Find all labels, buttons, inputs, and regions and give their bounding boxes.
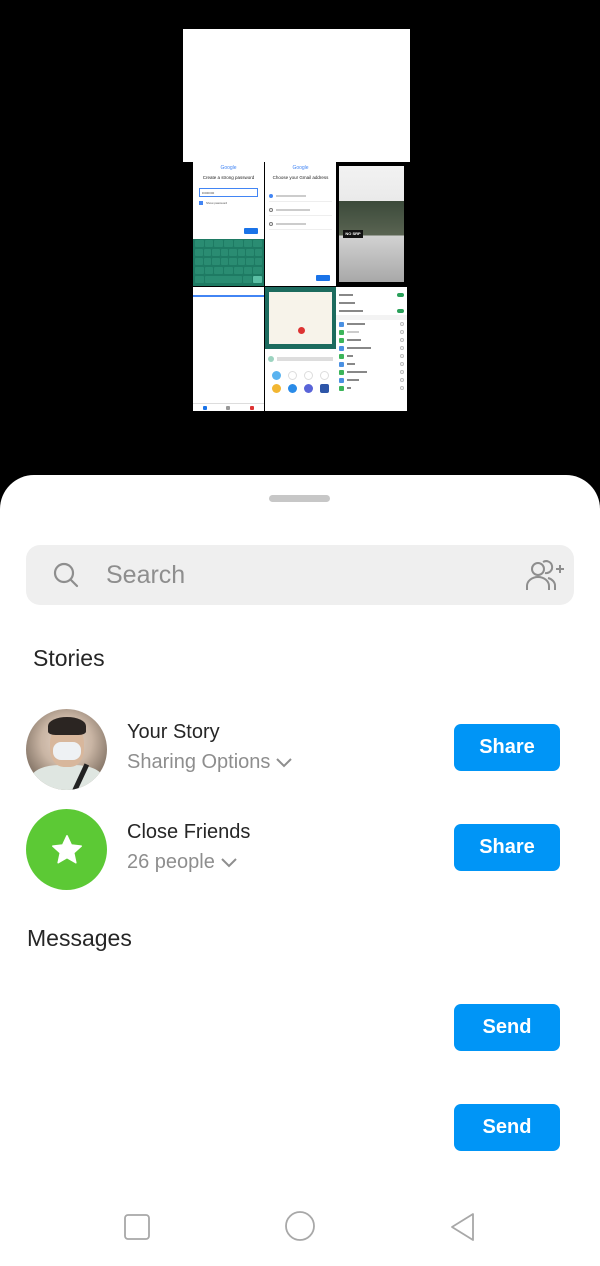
preview-blank-image xyxy=(183,29,410,162)
sharing-options-dropdown[interactable]: Sharing Options xyxy=(127,751,293,774)
thumbnail-blank-app xyxy=(193,287,264,411)
thumbnail-certificate-share xyxy=(265,287,336,411)
settings-row xyxy=(336,360,407,368)
show-password-checkbox: Show password xyxy=(199,201,258,205)
star-icon xyxy=(51,834,82,863)
stories-heading: Stories xyxy=(33,645,105,671)
share-preview: Google Create a strong password ••••••••… xyxy=(0,0,600,480)
messages-heading: Messages xyxy=(27,925,132,951)
settings-row xyxy=(336,376,407,384)
settings-row xyxy=(336,336,407,344)
settings-row xyxy=(336,352,407,360)
story-title: Your Story xyxy=(127,721,220,743)
password-field: •••••••••• xyxy=(199,188,258,197)
next-button-thumb xyxy=(316,275,330,281)
thumbnail-title: Create a strong password xyxy=(202,175,255,180)
search-input[interactable] xyxy=(106,555,506,595)
photo-image: NO SRP xyxy=(339,166,404,282)
share-your-story-button[interactable]: Share xyxy=(454,724,560,771)
search-bar[interactable] xyxy=(26,545,574,605)
message-row: Send xyxy=(0,987,600,1071)
settings-row xyxy=(336,320,407,328)
settings-row xyxy=(336,344,407,352)
settings-row xyxy=(336,291,407,299)
protest-sign: NO SRP xyxy=(343,230,363,238)
google-logo: Google xyxy=(220,165,237,171)
settings-row xyxy=(336,299,407,307)
radio-option xyxy=(269,208,332,216)
story-row-close-friends: Close Friends 26 people Share xyxy=(0,807,600,891)
bottom-nav-thumb xyxy=(193,403,264,411)
keyboard-thumb xyxy=(193,239,264,286)
back-icon[interactable] xyxy=(448,1212,478,1242)
system-navigation-bar xyxy=(0,1190,600,1266)
add-people-icon[interactable] xyxy=(524,558,564,592)
radio-option xyxy=(269,222,332,230)
certificate-image xyxy=(265,287,336,349)
settings-row xyxy=(336,307,407,315)
chevron-down-icon xyxy=(221,857,237,867)
search-icon xyxy=(53,562,79,588)
message-row: Send xyxy=(0,1087,600,1171)
thumbnail-photo: NO SRP xyxy=(336,162,407,286)
settings-row xyxy=(336,328,407,336)
app-header-thumb xyxy=(193,287,264,297)
thumbnail-settings-list xyxy=(336,287,407,411)
story-row-your-story: Your Story Sharing Options Share xyxy=(0,707,600,791)
next-button-thumb xyxy=(244,228,258,234)
send-button[interactable]: Send xyxy=(454,1104,560,1151)
send-button[interactable]: Send xyxy=(454,1004,560,1051)
thumbnail-google-password: Google Create a strong password ••••••••… xyxy=(193,162,264,286)
close-friends-avatar xyxy=(26,809,107,890)
home-icon[interactable] xyxy=(284,1210,316,1242)
drag-handle[interactable] xyxy=(269,495,330,502)
app-icons-row xyxy=(265,371,336,380)
google-logo: Google xyxy=(292,165,309,171)
settings-row xyxy=(336,368,407,376)
radio-option xyxy=(269,194,332,202)
checkbox-icon xyxy=(199,201,203,205)
app-icons-row xyxy=(265,384,336,393)
share-close-friends-button[interactable]: Share xyxy=(454,824,560,871)
preview-screenshot-grid: Google Create a strong password ••••••••… xyxy=(193,162,407,414)
story-title: Close Friends xyxy=(127,821,251,843)
settings-row xyxy=(336,384,407,392)
share-bottom-sheet: Stories Your Story Sharing Options Share… xyxy=(0,475,600,1266)
close-friends-dropdown[interactable]: 26 people xyxy=(127,851,237,874)
share-target-thumb xyxy=(268,353,333,365)
thumbnail-title: Choose your Gmail address xyxy=(272,175,329,180)
recents-icon[interactable] xyxy=(122,1212,152,1242)
chevron-down-icon xyxy=(276,757,293,767)
thumbnail-google-gmail: Google Choose your Gmail address xyxy=(265,162,336,286)
avatar xyxy=(26,709,107,790)
